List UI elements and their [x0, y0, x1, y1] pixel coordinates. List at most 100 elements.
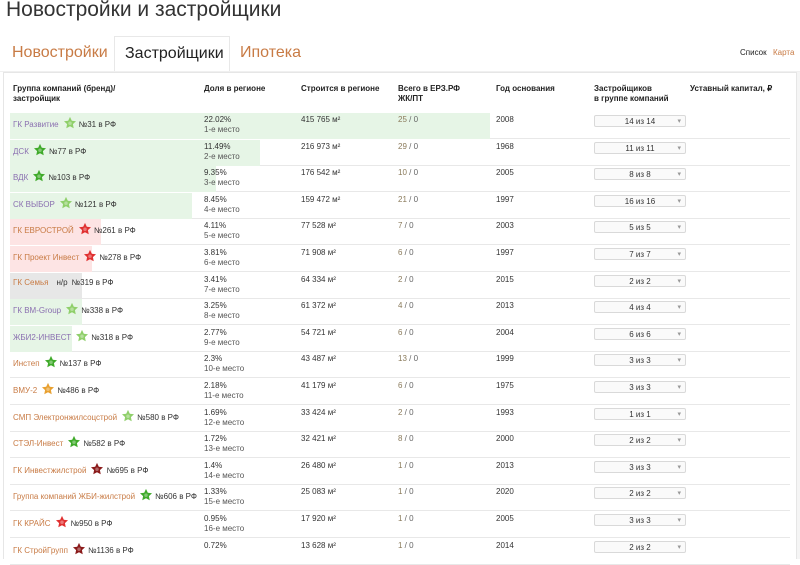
table-row[interactable]: ЖБИ2-ИНВЕСТ №318 в РФ 2.77% 9-е место 54 721…: [10, 325, 790, 352]
developers-count-select[interactable]: 3 из 3 ▾: [594, 460, 686, 473]
developer-link[interactable]: ГК КРАЙС: [13, 519, 51, 528]
place-label: 11-е место: [204, 391, 244, 400]
erz-objects-link[interactable]: 0: [409, 275, 413, 284]
developers-count-select[interactable]: 14 из 14 ▾: [594, 115, 686, 127]
erz-objects-link[interactable]: 0: [414, 115, 418, 124]
developer-link[interactable]: ГК Инвестжилстрой: [13, 466, 86, 475]
table-row[interactable]: ВМУ-2 №486 в РФ 2.18% 11-е место 41 179 м² 6 …: [10, 379, 790, 405]
developers-count-select[interactable]: 3 из 3 ▾: [594, 381, 686, 393]
header-year[interactable]: Год основания: [496, 84, 555, 94]
erz-complexes-link[interactable]: 10: [398, 168, 407, 177]
erz-complexes-link[interactable]: 29: [398, 142, 407, 151]
map-view-link[interactable]: Карта: [773, 48, 794, 57]
table-row[interactable]: ГК Инвестжилстрой №695 в РФ 1.4% 14-е место…: [10, 459, 790, 485]
rank-label: №31 в РФ: [78, 120, 117, 130]
erz-objects-link[interactable]: 0: [409, 461, 413, 470]
developer-link[interactable]: Группа компаний ЖБИ-жилстрой: [13, 493, 135, 502]
erz-objects-link[interactable]: 0: [409, 381, 413, 390]
developers-count-select[interactable]: 2 из 2 ▾: [594, 274, 686, 287]
developer-link[interactable]: СТЭЛ-Инвест: [13, 439, 63, 448]
header-erz[interactable]: Всего в ЕРЗ.РФ ЖК/ПТ: [398, 84, 460, 104]
erz-complexes-link[interactable]: 21: [398, 195, 407, 204]
table-row[interactable]: ГК ВМ-Group №338 в РФ 3.25% 8-е место 61 372…: [10, 299, 790, 326]
developers-count-select[interactable]: 3 из 3 ▾: [594, 514, 686, 526]
table-row[interactable]: СМП Электронжилсоцстрой №580 в РФ 1.69% 12-…: [10, 406, 790, 432]
table-row[interactable]: ГК КРАЙС №950 в РФ 0.95% 16-е место 17 920 м…: [10, 512, 790, 538]
table-row[interactable]: ВДК №103 в РФ 9.35% 3-е место 176 542 м² 10 /…: [10, 166, 790, 193]
developers-count-select[interactable]: 6 из 6 ▾: [594, 327, 686, 340]
developers-count-select[interactable]: 1 из 1 ▾: [594, 407, 686, 420]
erz-complexes-link[interactable]: 13: [398, 354, 407, 363]
build-area: 216 973 м²: [301, 141, 341, 151]
header-count[interactable]: Застройщиков в группе компаний: [594, 84, 669, 104]
developer-link[interactable]: ГК СтройГрупп: [13, 546, 68, 555]
erz-objects-link[interactable]: 0: [409, 301, 413, 310]
developer-link[interactable]: ДСК: [13, 147, 29, 156]
header-group[interactable]: Группа компаний (бренд)/ застройщик: [13, 84, 115, 104]
developer-link[interactable]: ГК ЕВРОСТРОЙ: [13, 227, 74, 236]
erz-objects-link[interactable]: 0: [409, 487, 413, 496]
share-value: 3.41%: [204, 274, 227, 284]
erz-objects-link[interactable]: 0: [409, 514, 413, 523]
share-cell: 3.41% 7-е место: [204, 275, 240, 295]
erz-objects-link[interactable]: 0: [409, 408, 413, 417]
table-row[interactable]: Группа компаний ЖБИ-жилстрой №606 в РФ 1.3…: [10, 485, 790, 512]
developer-link[interactable]: ГК ВМ-Group: [13, 306, 61, 315]
table-row[interactable]: ДСК №77 в РФ 11.49% 2-е место 216 973 м² 29 /…: [10, 139, 790, 166]
erz-objects-link[interactable]: 0: [409, 541, 413, 550]
list-view-link[interactable]: Список: [740, 48, 767, 57]
table-row[interactable]: Инстеп №137 в РФ 2.3% 10-е место 43 487 м² 13…: [10, 352, 790, 379]
star-green-icon: [33, 143, 47, 157]
erz-objects-link[interactable]: 0: [414, 195, 418, 204]
developer-link[interactable]: ГК Семья: [13, 278, 48, 287]
table-row[interactable]: ГК ЕВРОСТРОЙ №261 в РФ 4.11% 5-е место 77 52…: [10, 219, 790, 246]
developer-link[interactable]: ГК Проект Инвест: [13, 253, 79, 262]
build-area: 159 472 м²: [301, 194, 341, 204]
table-row[interactable]: ГК СтройГрупп №1136 в РФ 0.72% 13 628 м² 1 /…: [10, 539, 790, 565]
header-build[interactable]: Строится в регионе: [301, 84, 379, 94]
developers-count-select[interactable]: 7 из 7 ▾: [594, 248, 686, 260]
chevron-down-icon: ▾: [677, 543, 681, 551]
developers-count-select[interactable]: 11 из 11 ▾: [594, 141, 686, 154]
erz-objects-link[interactable]: 0: [409, 248, 413, 257]
table-row[interactable]: ГК Семья н/р №319 в РФ 3.41% 7-е место 64 334…: [10, 272, 790, 299]
developers-count-select[interactable]: 5 из 5 ▾: [594, 221, 686, 234]
tab-zastroyshchiki[interactable]: Застройщики: [114, 36, 230, 72]
developers-count-select[interactable]: 4 из 4 ▾: [594, 301, 686, 314]
erz-objects-link[interactable]: 0: [409, 221, 413, 230]
erz-complexes-link[interactable]: 25: [398, 115, 407, 124]
erz-objects-link[interactable]: 0: [409, 434, 413, 443]
developers-count-select[interactable]: 8 из 8 ▾: [594, 168, 686, 181]
developer-link[interactable]: ВМУ-2: [13, 386, 37, 395]
developer-link[interactable]: ГК Развитие: [13, 120, 59, 129]
table-row[interactable]: СК ВЫБОР №121 в РФ 8.45% 4-е место 159 472 м…: [10, 192, 790, 219]
developer-link[interactable]: ЖБИ2-ИНВЕСТ: [13, 333, 71, 342]
developer-name-cell: ГК СтройГрупп №1136 в РФ: [13, 542, 134, 558]
table-row[interactable]: ГК Развитие №31 в РФ 22.02% 1-е место 415 76…: [10, 113, 790, 139]
erz-objects-link[interactable]: 0: [414, 142, 418, 151]
developer-link[interactable]: ВДК: [13, 173, 28, 182]
share-value: 11.49%: [204, 141, 231, 151]
erz-cell: 1 / 0: [398, 514, 414, 524]
developers-count-select[interactable]: 16 из 16 ▾: [594, 194, 686, 207]
erz-objects-link[interactable]: 0: [409, 328, 413, 337]
star-green-icon: [32, 169, 46, 183]
header-capital[interactable]: Уставный капитал, ₽: [690, 84, 772, 94]
developer-link[interactable]: Инстеп: [13, 360, 40, 369]
developers-count-select[interactable]: 3 из 3 ▾: [594, 354, 686, 367]
erz-objects-link[interactable]: 0: [414, 354, 418, 363]
developers-count-select[interactable]: 2 из 2 ▾: [594, 540, 686, 553]
tab-novostroyki[interactable]: Новостройки: [2, 36, 114, 72]
share-value: 4.11%: [204, 221, 227, 231]
table-row[interactable]: СТЭЛ-Инвест №582 в РФ 1.72% 13-е место 32 42…: [10, 432, 790, 459]
developer-link[interactable]: СМП Электронжилсоцстрой: [13, 413, 117, 422]
erz-objects-link[interactable]: 0: [414, 168, 418, 177]
developers-count-select[interactable]: 2 из 2 ▾: [594, 434, 686, 447]
table-row[interactable]: ГК Проект Инвест №278 в РФ 3.81% 6-е место 7…: [10, 246, 790, 272]
tab-ipoteka[interactable]: Ипотека: [230, 36, 320, 72]
header-share[interactable]: Доля в регионе: [204, 84, 265, 94]
developer-link[interactable]: СК ВЫБОР: [13, 200, 55, 209]
chevron-down-icon: ▾: [677, 224, 681, 232]
developers-count-select[interactable]: 2 из 2 ▾: [594, 487, 686, 500]
founded-year: 2013: [496, 301, 514, 311]
